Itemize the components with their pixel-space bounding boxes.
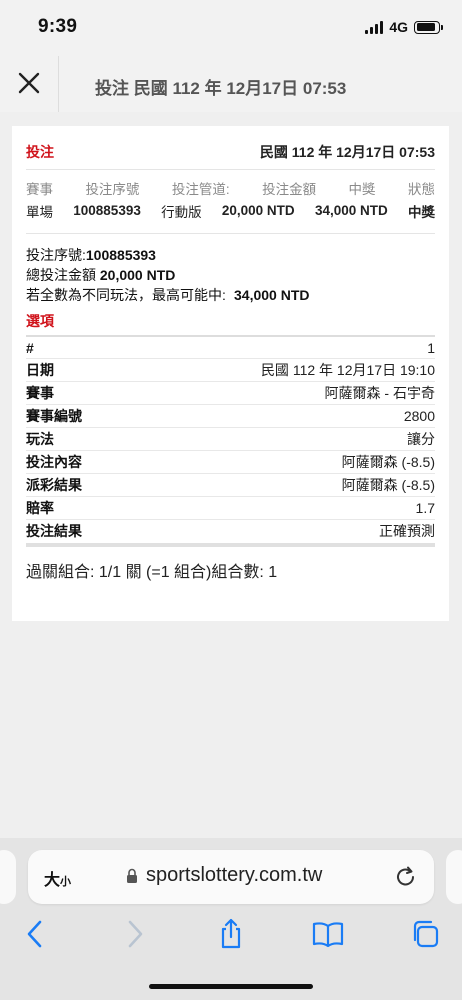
summary-values-row: 單場 100885393 行動版 20,000 NTD 34,000 NTD 中… bbox=[26, 199, 435, 222]
text-size-small: 小 bbox=[60, 876, 72, 888]
page-title: 投注 民國 112 年 12月17日 07:53 bbox=[95, 79, 347, 98]
reload-button[interactable] bbox=[394, 864, 418, 895]
row-key: 投注結果 bbox=[26, 523, 82, 539]
row-key: 投注內容 bbox=[26, 454, 82, 470]
total-line: 總投注金額 20,000 NTD bbox=[26, 265, 435, 285]
options-table: #1 日期 民國 112 年 12月17日 19:10 賽事 阿薩爾森 - 石宇奇 … bbox=[26, 335, 435, 547]
row-value: 阿薩爾森 (-8.5) bbox=[341, 477, 435, 493]
table-row: 日期 民國 112 年 12月17日 19:10 bbox=[26, 358, 435, 381]
close-icon bbox=[18, 72, 40, 94]
max-payout-value: 34,000 NTD bbox=[234, 287, 310, 303]
summary-label: 狀態 bbox=[407, 181, 435, 197]
row-value: 2800 bbox=[403, 408, 435, 424]
row-value: 民國 112 年 12月17日 19:10 bbox=[260, 362, 435, 378]
row-key: 賽事編號 bbox=[26, 408, 82, 424]
row-value: 1 bbox=[427, 339, 435, 356]
row-value: 正確預測 bbox=[379, 523, 435, 539]
browser-chrome: 大小 sportslottery.com.tw bbox=[0, 838, 462, 1000]
summary-value: 單場 bbox=[26, 204, 53, 220]
parlay-summary: 過關組合: 1/1 關 (=1 組合)組合數: 1 bbox=[26, 564, 278, 581]
table-row: 賠率 1.7 bbox=[26, 496, 435, 519]
row-key: # bbox=[26, 339, 34, 356]
summary-value: 20,000 NTD bbox=[221, 203, 295, 218]
home-indicator bbox=[149, 984, 313, 989]
share-icon bbox=[221, 918, 241, 949]
row-key: 賽事 bbox=[26, 385, 54, 401]
options-title: 選項 bbox=[26, 313, 54, 329]
back-button[interactable] bbox=[24, 918, 46, 955]
max-payout-label: 若全數為不同玩法，最高可能中: bbox=[26, 287, 226, 303]
url-display[interactable]: sportslottery.com.tw bbox=[126, 864, 322, 887]
summary-label: 投注序號 bbox=[85, 181, 140, 197]
table-row: 派彩結果 阿薩爾森 (-8.5) bbox=[26, 473, 435, 496]
row-key: 玩法 bbox=[26, 431, 54, 447]
nav-header: 投注 民國 112 年 12月17日 07:53 bbox=[0, 56, 462, 112]
serial-label: 投注序號: bbox=[26, 247, 86, 263]
row-key: 派彩結果 bbox=[26, 477, 82, 493]
summary-value: 100885393 bbox=[73, 203, 141, 218]
table-row: 賽事 阿薩爾森 - 石宇奇 bbox=[26, 381, 435, 404]
reload-icon bbox=[397, 866, 414, 886]
summary-label: 投注管道: bbox=[171, 181, 230, 197]
lock-icon bbox=[127, 868, 137, 883]
serial-line: 投注序號: 100885393 bbox=[26, 245, 435, 265]
row-key: 賠率 bbox=[26, 500, 54, 516]
row-key: 日期 bbox=[26, 362, 54, 378]
total-value: 20,000 NTD bbox=[99, 267, 176, 283]
table-row: 玩法 讓分 bbox=[26, 427, 435, 450]
summary-label: 中獎 bbox=[348, 181, 376, 197]
table-row: 投注結果 正確預測 bbox=[26, 519, 435, 542]
max-payout-line: 若全數為不同玩法，最高可能中: 34,000 NTD bbox=[26, 285, 435, 305]
network-label: 4G bbox=[389, 19, 408, 35]
table-end-divider bbox=[26, 543, 435, 547]
browser-toolbar bbox=[0, 918, 462, 958]
bet-card: 投注 民國 112 年 12月17日 07:53 賽事 投注序號 投注管道: 投… bbox=[12, 126, 449, 621]
bookmarks-icon bbox=[312, 922, 344, 948]
address-bar[interactable]: 大小 sportslottery.com.tw bbox=[28, 850, 434, 904]
url-text: sportslottery.com.tw bbox=[146, 864, 323, 886]
serial-value: 100885393 bbox=[85, 247, 156, 263]
table-row: 賽事編號 2800 bbox=[26, 404, 435, 427]
close-button[interactable] bbox=[16, 70, 42, 96]
summary-labels-row: 賽事 投注序號 投注管道: 投注金額 中獎 狀態 bbox=[26, 176, 435, 199]
status-time: 9:39 bbox=[38, 16, 78, 37]
card-date: 民國 112 年 12月17日 07:53 bbox=[259, 143, 435, 160]
bet-summary: 賽事 投注序號 投注管道: 投注金額 中獎 狀態 單場 100885393 行動… bbox=[26, 170, 435, 234]
text-size-button[interactable]: 大小 bbox=[44, 866, 71, 890]
table-row: 投注內容 阿薩爾森 (-8.5) bbox=[26, 450, 435, 473]
row-value: 1.7 bbox=[415, 500, 435, 516]
previous-tab-preview[interactable] bbox=[0, 850, 16, 904]
tabs-button[interactable] bbox=[409, 918, 441, 955]
signal-icon bbox=[365, 20, 384, 34]
battery-icon bbox=[414, 20, 443, 34]
next-tab-preview[interactable] bbox=[446, 850, 462, 904]
nav-divider bbox=[58, 56, 59, 112]
summary-value: 中獎 bbox=[408, 204, 435, 220]
row-value: 讓分 bbox=[407, 431, 435, 447]
total-label: 總投注金額 bbox=[26, 267, 96, 283]
bookmarks-button[interactable] bbox=[311, 918, 345, 955]
summary-label: 賽事 bbox=[26, 181, 53, 197]
card-header: 投注 民國 112 年 12月17日 07:53 bbox=[26, 126, 435, 170]
back-icon bbox=[27, 920, 42, 948]
forward-button[interactable] bbox=[124, 918, 146, 955]
table-row: #1 bbox=[26, 335, 435, 358]
row-value: 阿薩爾森 (-8.5) bbox=[341, 454, 435, 470]
status-bar: 9:39 4G bbox=[0, 0, 462, 56]
bet-details: 投注序號: 100885393 總投注金額 20,000 NTD 若全數為不同玩… bbox=[26, 234, 435, 583]
forward-icon bbox=[128, 920, 143, 948]
tabs-icon bbox=[413, 920, 439, 948]
share-button[interactable] bbox=[216, 918, 246, 955]
summary-value: 行動版 bbox=[161, 204, 202, 220]
summary-label: 投注金額 bbox=[262, 181, 317, 197]
row-value: 阿薩爾森 - 石宇奇 bbox=[324, 385, 435, 401]
summary-value: 34,000 NTD bbox=[314, 203, 388, 218]
text-size-large: 大 bbox=[44, 872, 61, 889]
card-title: 投注 bbox=[26, 143, 54, 160]
status-icons: 4G bbox=[365, 19, 443, 35]
